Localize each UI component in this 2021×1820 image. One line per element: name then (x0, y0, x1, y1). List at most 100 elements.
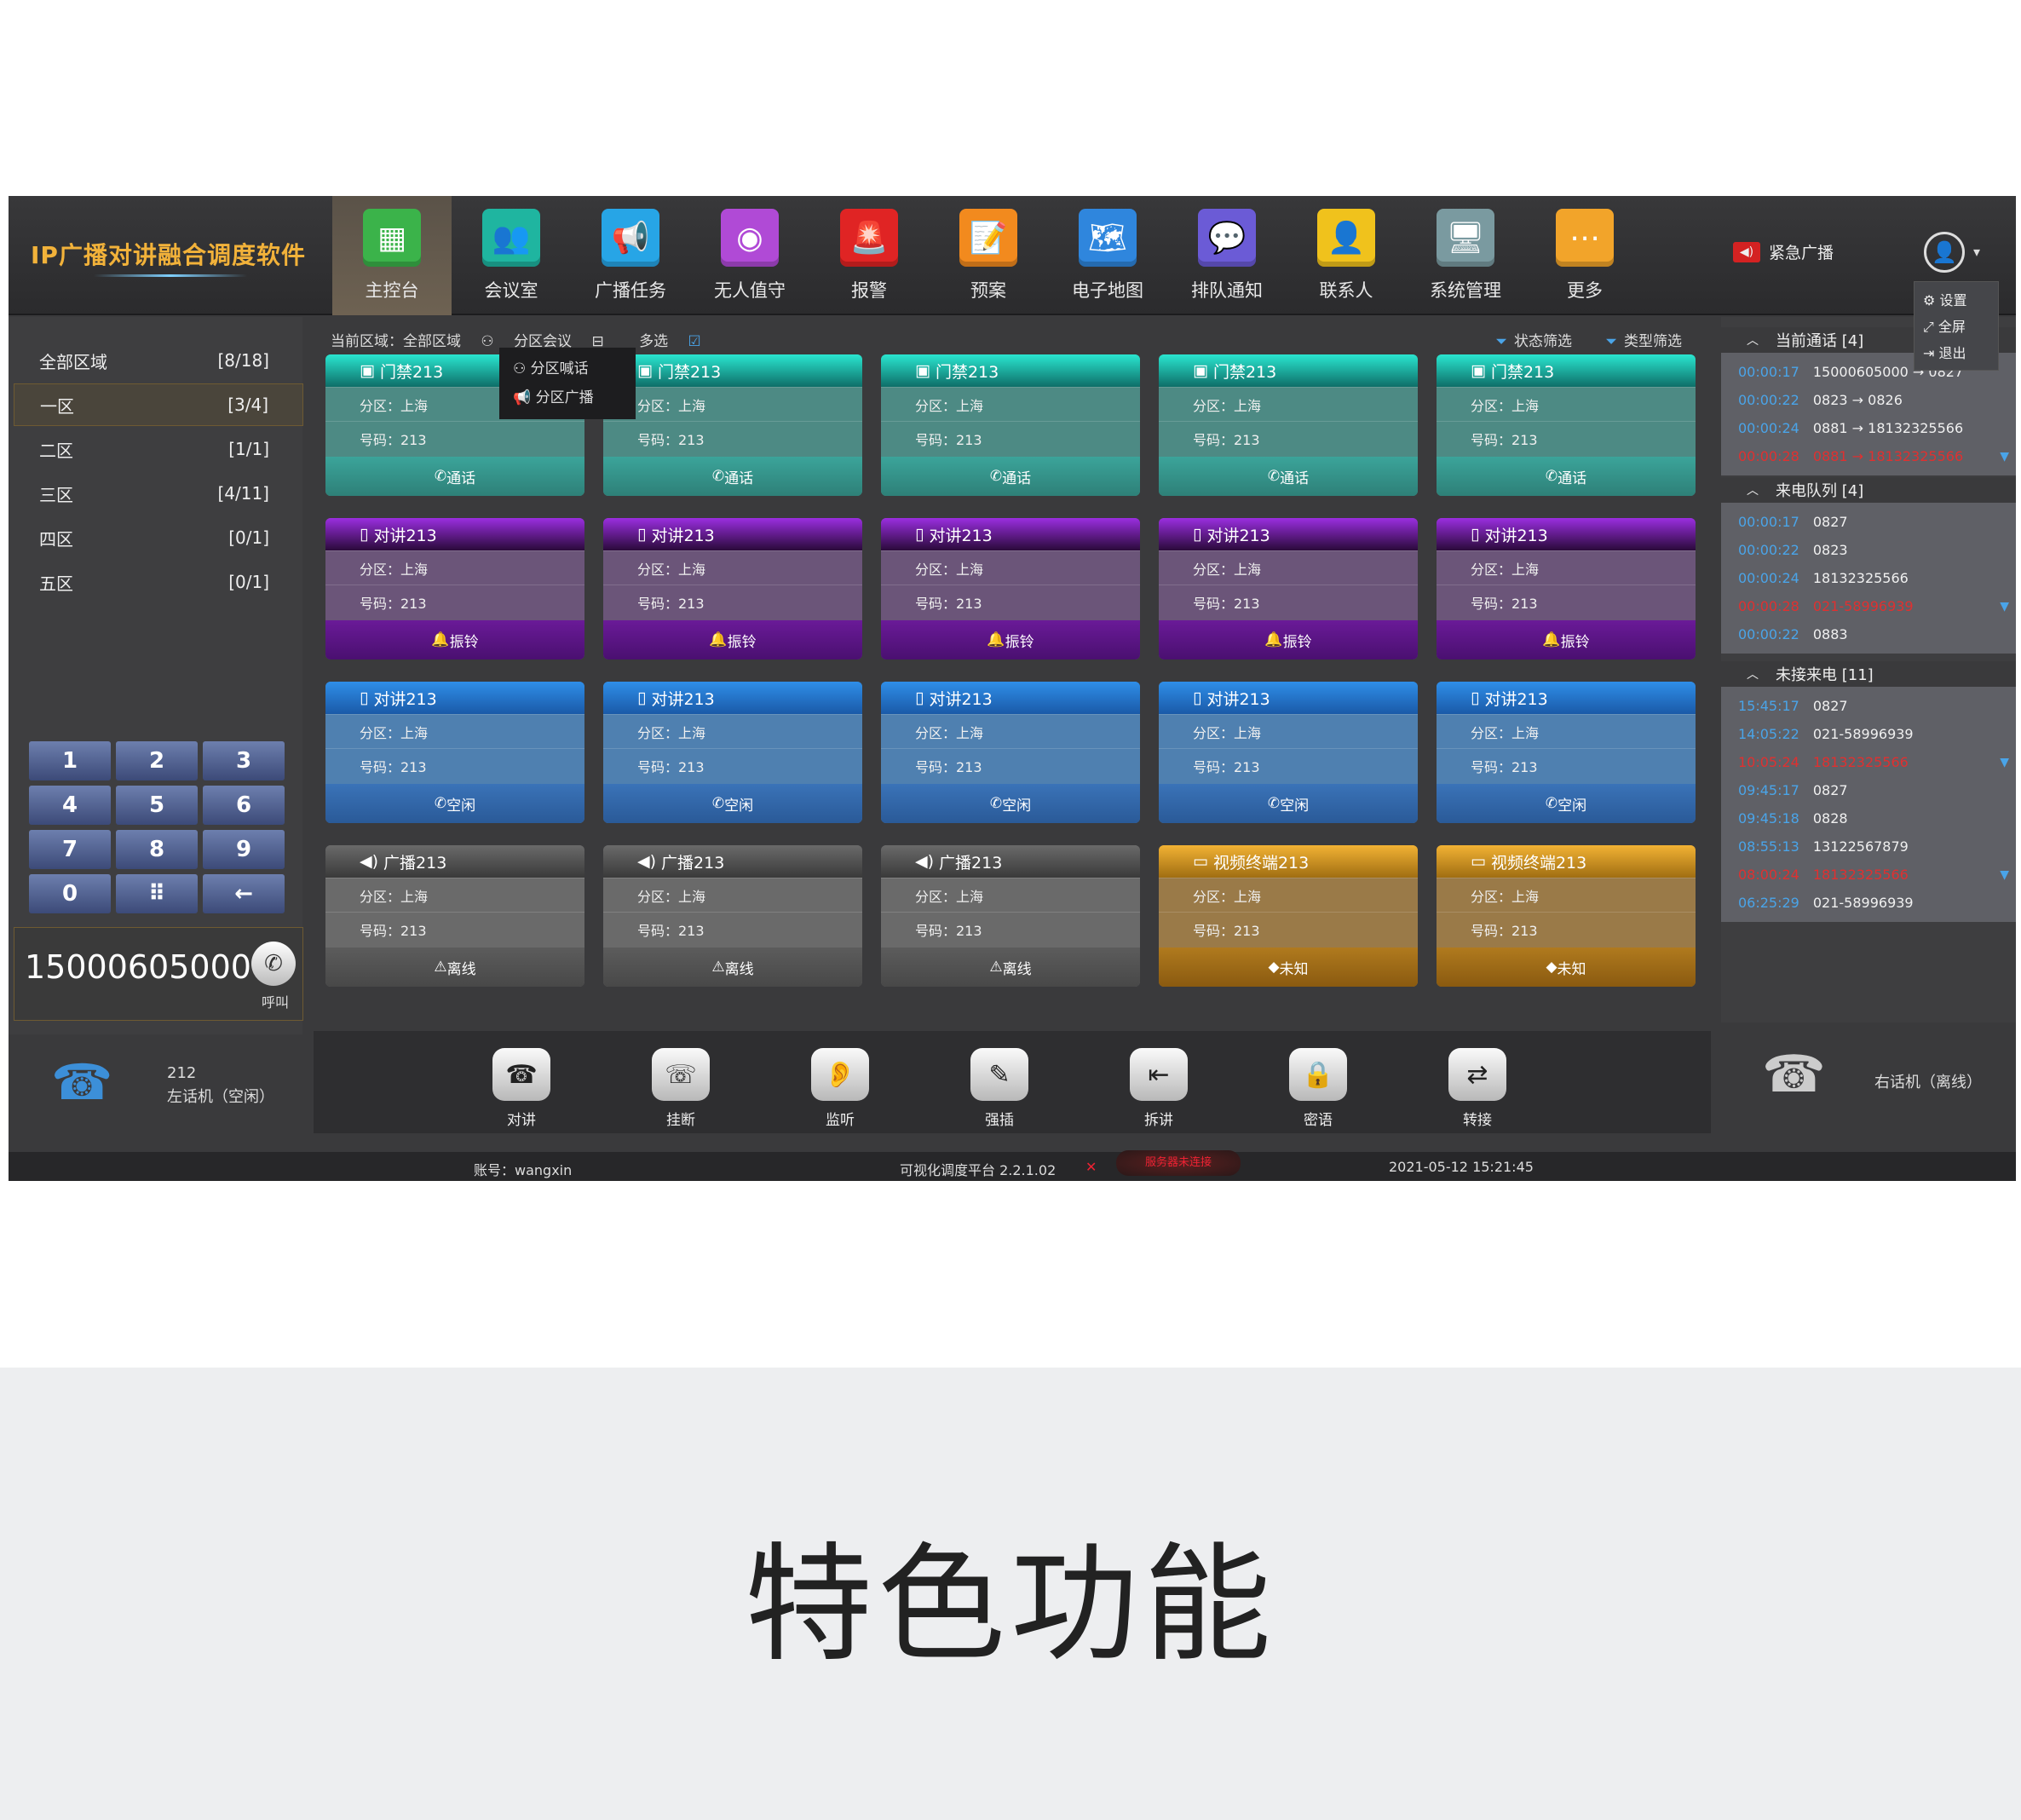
keypad-key[interactable]: ← (203, 874, 285, 913)
call-row[interactable]: 08:00:24 18132325566 ▼ (1738, 861, 2009, 889)
device-card[interactable]: ▭ 视频终端213 分区：上海 号码：213 ◆ 未知 (1159, 845, 1418, 987)
device-card[interactable]: ▯ 对讲213 分区：上海 号码：213 ✆ 空闲 (325, 682, 584, 823)
device-card[interactable]: ▯ 对讲213 分区：上海 号码：213 🔔 振铃 (881, 518, 1140, 659)
call-row[interactable]: 08:55:13 13122567879 (1738, 832, 2007, 861)
nav-item-10[interactable]: ⋯ 更多 (1525, 196, 1644, 315)
nav-item-9[interactable]: 🖥 系统管理 (1406, 196, 1525, 315)
nav-item-7[interactable]: 💬 排队通知 (1167, 196, 1287, 315)
device-card[interactable]: ▯ 对讲213 分区：上海 号码：213 ✆ 空闲 (1159, 682, 1418, 823)
keypad-key[interactable]: 6 (203, 786, 285, 825)
multi-select-toggle[interactable]: 多选 ☑ (639, 333, 717, 350)
keypad-key[interactable]: 9 (203, 830, 285, 869)
intercom-button[interactable]: ☎ 对讲 (479, 1048, 564, 1129)
zone-item[interactable]: 二区 [1/1] (14, 428, 303, 470)
device-card[interactable]: ◀) 广播213 分区：上海 号码：213 ⚠ 离线 (881, 845, 1140, 987)
emergency-broadcast-button[interactable]: ◀) 紧急广播 (1733, 240, 1834, 263)
keypad-key[interactable]: ⠿ (116, 874, 198, 913)
dial-input-box[interactable]: 15000605000 ✆ 呼叫 (14, 927, 303, 1021)
chevron-down-icon[interactable]: ▼ (2000, 600, 2009, 613)
type-filter-button[interactable]: ⏷ 类型筛选 (1605, 333, 1682, 350)
user-menu-fullscreen[interactable]: ⤢ 全屏 (1923, 314, 1989, 340)
user-avatar-icon[interactable]: 👤 (1924, 232, 1965, 273)
nav-item-2[interactable]: 📢 广播任务 (571, 196, 690, 315)
device-card[interactable]: ▯ 对讲213 分区：上海 号码：213 🔔 振铃 (1437, 518, 1696, 659)
action-label: 密语 (1304, 1112, 1333, 1129)
device-card[interactable]: ▭ 视频终端213 分区：上海 号码：213 ◆ 未知 (1437, 845, 1696, 987)
zone-item[interactable]: 全部区域 [8/18] (14, 339, 303, 382)
device-card[interactable]: ▯ 对讲213 分区：上海 号码：213 ✆ 空闲 (881, 682, 1140, 823)
device-card[interactable]: ▣ 门禁213 分区：上海 号码：213 ✆ 通话 (1159, 354, 1418, 496)
call-row[interactable]: 00:00:24 0881 → 18132325566 (1738, 414, 2007, 442)
zone-item[interactable]: 一区 [3/4] (14, 383, 303, 426)
call-row[interactable]: 09:45:18 0828 (1738, 804, 2007, 832)
call-row[interactable]: 06:25:29 021-58996939 (1738, 889, 2007, 917)
keypad-key[interactable]: 2 (116, 741, 198, 780)
keypad-key[interactable]: 3 (203, 741, 285, 780)
device-zone: 分区：上海 (881, 387, 1140, 421)
call-row[interactable]: 00:00:22 0883 (1738, 620, 2007, 648)
keypad-key[interactable]: 1 (29, 741, 111, 780)
call-row[interactable]: 00:00:17 0827 (1738, 508, 2007, 536)
transfer-button[interactable]: ⇄ 转接 (1435, 1048, 1520, 1129)
whisper-button[interactable]: 🔒 密语 (1275, 1048, 1361, 1129)
call-row[interactable]: 10:05:24 18132325566 ▼ (1738, 748, 2009, 776)
chevron-up-icon[interactable]: ︿ (1747, 665, 1759, 682)
call-row[interactable]: 00:00:28 021-58996939 ▼ (1738, 592, 2009, 620)
checkbox-icon[interactable]: ☑ (688, 333, 701, 350)
device-card[interactable]: ▣ 门禁213 分区：上海 号码：213 ✆ 通话 (881, 354, 1140, 496)
dropdown-zone-shout[interactable]: ⚇ 分区喊话 (513, 354, 622, 383)
hangup-button[interactable]: ☏ 挂断 (638, 1048, 723, 1129)
nav-item-8[interactable]: 👤 联系人 (1287, 196, 1406, 315)
device-card[interactable]: ▯ 对讲213 分区：上海 号码：213 🔔 振铃 (325, 518, 584, 659)
call-button[interactable]: ✆ (251, 942, 296, 986)
keypad-key[interactable]: 8 (116, 830, 198, 869)
state-filter-button[interactable]: ⏷ 状态筛选 (1495, 333, 1572, 350)
device-card[interactable]: ▯ 对讲213 分区：上海 号码：213 🔔 振铃 (603, 518, 862, 659)
call-row[interactable]: 00:00:22 0823 (1738, 536, 2007, 564)
call-row[interactable]: 14:05:22 021-58996939 (1738, 720, 2007, 748)
call-row[interactable]: 00:00:28 0881 → 18132325566 ▼ (1738, 442, 2009, 470)
chevron-down-icon[interactable]: ▼ (2000, 868, 2009, 882)
account-label: 账号：wangxin (474, 1162, 573, 1178)
keypad-key[interactable]: 4 (29, 786, 111, 825)
dropdown-zone-broadcast[interactable]: 📢 分区广播 (513, 383, 622, 412)
device-card[interactable]: ◀) 广播213 分区：上海 号码：213 ⚠ 离线 (325, 845, 584, 987)
nav-item-3[interactable]: ◉ 无人值守 (690, 196, 809, 315)
zone-item[interactable]: 五区 [0/1] (14, 561, 303, 603)
zone-item[interactable]: 四区 [0/1] (14, 516, 303, 559)
device-card[interactable]: ▯ 对讲213 分区：上海 号码：213 ✆ 空闲 (1437, 682, 1696, 823)
device-card[interactable]: ▣ 门禁213 分区：上海 号码：213 ✆ 通话 (1437, 354, 1696, 496)
split-button[interactable]: ⇤ 拆讲 (1116, 1048, 1201, 1129)
chevron-down-icon[interactable]: ▼ (2000, 450, 2009, 464)
listen-button[interactable]: 👂 监听 (797, 1048, 883, 1129)
nav-item-1[interactable]: 👥 会议室 (452, 196, 571, 315)
barge-button[interactable]: ✎ 强插 (957, 1048, 1042, 1129)
chevron-down-icon[interactable]: ▼ (2000, 756, 2009, 769)
keypad-key[interactable]: 7 (29, 830, 111, 869)
zone-item[interactable]: 三区 [4/11] (14, 472, 303, 515)
device-card[interactable]: ▯ 对讲213 分区：上海 号码：213 🔔 振铃 (1159, 518, 1418, 659)
call-row[interactable]: 15:45:17 0827 (1738, 692, 2007, 720)
chevron-down-icon[interactable]: ▾ (1973, 244, 1980, 260)
keypad-key[interactable]: 5 (116, 786, 198, 825)
call-time: 14:05:22 (1738, 726, 1799, 742)
missed-calls-header[interactable]: ︿ 未接来电 [11] (1721, 661, 2016, 687)
dial-number[interactable]: 15000605000 (25, 948, 251, 986)
device-card[interactable]: ◀) 广播213 分区：上海 号码：213 ⚠ 离线 (603, 845, 862, 987)
device-card[interactable]: ▣ 门禁213 分区：上海 号码：213 ✆ 通话 (603, 354, 862, 496)
call-row[interactable]: 00:00:22 0823 → 0826 (1738, 386, 2007, 414)
user-menu-logout[interactable]: ⇥ 退出 (1923, 340, 1989, 366)
chevron-up-icon[interactable]: ︿ (1747, 331, 1759, 348)
nav-item-4[interactable]: 🚨 报警 (809, 196, 929, 315)
nav-item-0[interactable]: ▦ 主控台 (332, 196, 452, 315)
incoming-queue-header[interactable]: ︿ 来电队列 [4] (1721, 477, 2016, 503)
call-row[interactable]: 00:00:24 18132325566 (1738, 564, 2007, 592)
nav-item-6[interactable]: 🗺 电子地图 (1048, 196, 1167, 315)
call-row[interactable]: 09:45:17 0827 (1738, 776, 2007, 804)
keypad-key[interactable]: 0 (29, 874, 111, 913)
nav-item-5[interactable]: 📝 预案 (929, 196, 1048, 315)
user-menu-settings[interactable]: ⚙ 设置 (1923, 287, 1989, 314)
device-zone: 分区：上海 (603, 387, 862, 421)
chevron-up-icon[interactable]: ︿ (1747, 481, 1759, 498)
device-card[interactable]: ▯ 对讲213 分区：上海 号码：213 ✆ 空闲 (603, 682, 862, 823)
